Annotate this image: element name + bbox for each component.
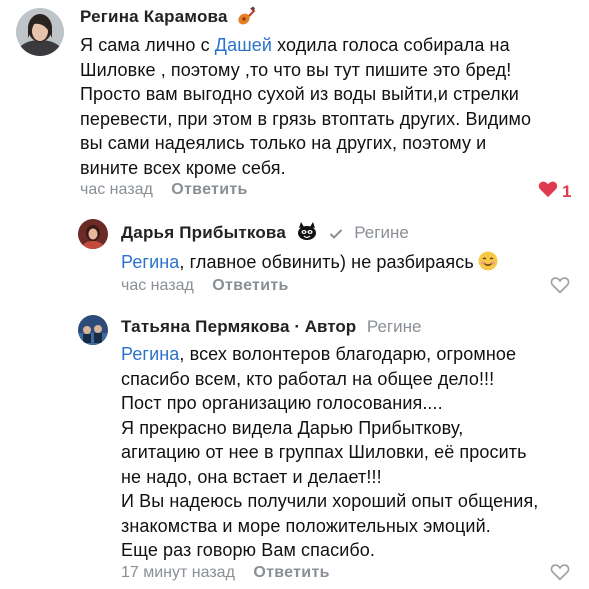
cat-sticker-icon — [295, 222, 319, 247]
guitar-icon — [236, 6, 256, 31]
reply-button[interactable]: Ответить — [212, 277, 288, 294]
comment-text: Регина, главное обвинить) не разбираясь — [121, 250, 498, 278]
comment-line: агитацию от нее в группах Шиловки, её пр… — [121, 442, 527, 462]
check-icon — [329, 225, 343, 245]
heart-outline-icon — [550, 563, 570, 586]
comment-line: Просто вам выгодно сухой из воды выйти,и… — [80, 84, 519, 104]
comment-line: Шиловке , поэтому ,то что вы тут пишите … — [80, 59, 512, 80]
reply-to-label[interactable]: Регине — [367, 317, 422, 336]
comment-line: перевести, при этом в грязь втоптать дру… — [80, 108, 532, 129]
like-button[interactable]: 1 — [538, 180, 571, 203]
comment-line: Пост про организацию голосования.... — [121, 393, 443, 413]
comment-line: не надо, она встает и делает!!! — [121, 466, 382, 487]
mention-link[interactable]: Регина — [121, 252, 179, 272]
reply-button[interactable]: Ответить — [253, 564, 329, 581]
heart-filled-icon — [538, 180, 558, 203]
avatar[interactable] — [78, 315, 108, 345]
avatar[interactable] — [78, 219, 108, 249]
timestamp: час назад — [121, 277, 194, 294]
avatar[interactable] — [16, 8, 64, 56]
comment-line: И Вы надеюсь получили хороший опыт общен… — [121, 491, 539, 511]
comment-line: Регина, всех волонтеров благодарю, огром… — [121, 344, 517, 364]
author-name[interactable]: Татьяна Пермякова — [121, 317, 290, 336]
comment-line: Я прекрасно видела Дарью Прибыткову, — [121, 417, 464, 438]
comment-line: Еще раз говорю Вам спасибо. — [121, 540, 375, 560]
timestamp: час назад — [80, 181, 153, 198]
comment-line: вы сами надеялись только на других, поэт… — [80, 133, 487, 153]
reply-to-label[interactable]: Регине — [354, 223, 409, 242]
author-badge: · Автор — [289, 317, 357, 336]
smiling-face-icon — [478, 251, 498, 278]
heart-outline-icon — [550, 276, 570, 299]
comment-text: Я сама лично с Дашей ходила голоса собир… — [80, 33, 531, 180]
like-button[interactable] — [550, 276, 570, 299]
mention-link[interactable]: Дашей — [215, 35, 272, 55]
timestamp: 17 минут назад — [121, 564, 235, 581]
reply-button[interactable]: Ответить — [171, 181, 247, 198]
comment-line: спасибо всем, кто работал на общее дело!… — [121, 368, 495, 389]
comment-text: Регина, всех волонтеров благодарю, огром… — [121, 342, 538, 563]
author-name[interactable]: Дарья Прибыткова — [121, 223, 286, 242]
comment-line: Регина, главное обвинить) не разбираясь — [121, 250, 498, 278]
like-button[interactable] — [550, 563, 570, 586]
like-count: 1 — [562, 181, 572, 201]
mention-link[interactable]: Регина — [121, 344, 179, 364]
author-name[interactable]: Регина Карамова — [80, 7, 228, 26]
comment-line: знакомства и море положительных эмоций. — [121, 515, 491, 536]
comment-line: Я сама лично с Дашей ходила голоса собир… — [80, 35, 510, 55]
comment-line: вините всех кроме себя. — [80, 157, 286, 178]
